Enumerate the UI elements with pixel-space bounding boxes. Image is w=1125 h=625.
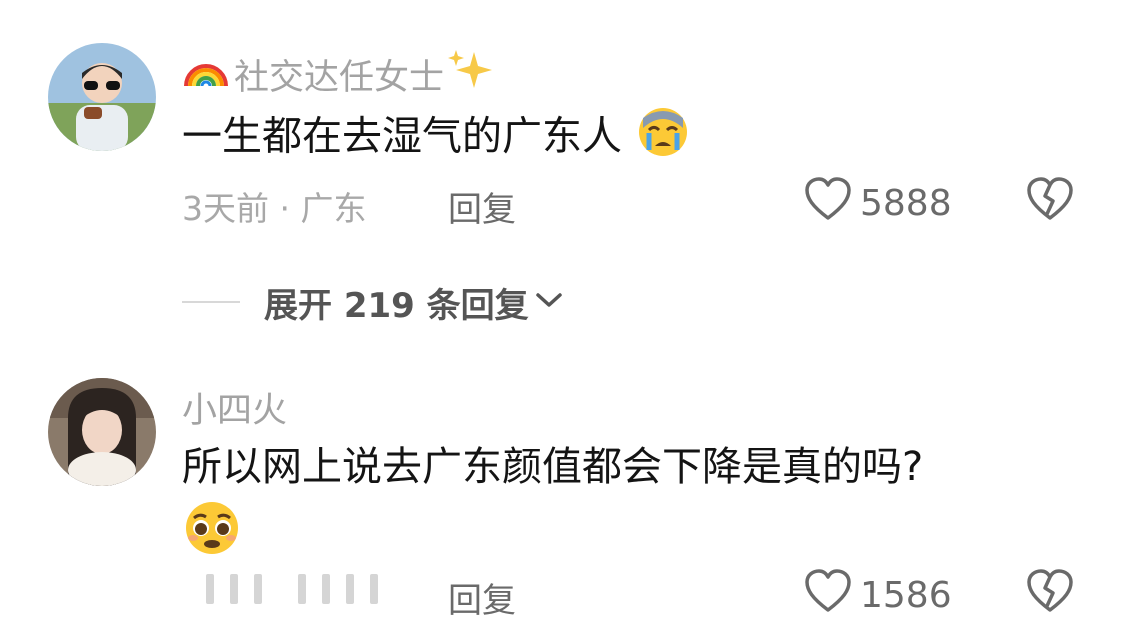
username-text: 社交达任女士 xyxy=(234,58,445,98)
avatar-image xyxy=(48,378,156,486)
like-count: 1586 xyxy=(860,575,952,616)
reply-button[interactable]: 回复 xyxy=(448,182,516,231)
reply-button[interactable]: 回复 xyxy=(448,573,516,622)
expand-replies-button[interactable]: 展开 219 条回复 xyxy=(182,278,563,326)
chevron-down-icon xyxy=(535,290,563,314)
avatar-image xyxy=(48,43,156,151)
comment-meta-obscured xyxy=(206,574,378,604)
sparkles-icon xyxy=(448,48,494,101)
broken-heart-icon xyxy=(1027,177,1073,220)
like-button[interactable]: 1586 xyxy=(804,568,952,623)
dislike-button[interactable] xyxy=(1026,176,1074,224)
like-count: 5888 xyxy=(860,183,952,224)
heart-icon xyxy=(804,176,852,231)
username-text: 小四火 xyxy=(182,391,288,431)
heart-icon xyxy=(804,568,852,623)
pleading-face-icon xyxy=(182,500,242,560)
comment-text: 所以网上说去广东颜值都会下降是真的吗? xyxy=(182,441,923,493)
rainbow-icon xyxy=(182,50,230,99)
avatar[interactable] xyxy=(48,43,156,151)
username[interactable]: 社交达任女士 xyxy=(182,48,494,101)
comment-text-content: 一生都在去湿气的广东人 xyxy=(182,113,622,160)
broken-heart-icon xyxy=(1027,569,1073,612)
comment-text: 一生都在去湿气的广东人 xyxy=(182,106,691,171)
comment-emoji-line xyxy=(182,500,242,560)
comment-meta: 3天前 · 广东 xyxy=(182,189,367,228)
avatar[interactable] xyxy=(48,378,156,486)
like-button[interactable]: 5888 xyxy=(804,176,952,231)
dislike-button[interactable] xyxy=(1026,568,1074,616)
expand-replies-label: 展开 219 条回复 xyxy=(264,285,529,326)
divider-line xyxy=(182,301,240,303)
comment-text-content: 所以网上说去广东颜值都会下降是真的吗? xyxy=(182,444,924,490)
username[interactable]: 小四火 xyxy=(182,382,287,433)
crying-face-icon xyxy=(635,106,691,171)
